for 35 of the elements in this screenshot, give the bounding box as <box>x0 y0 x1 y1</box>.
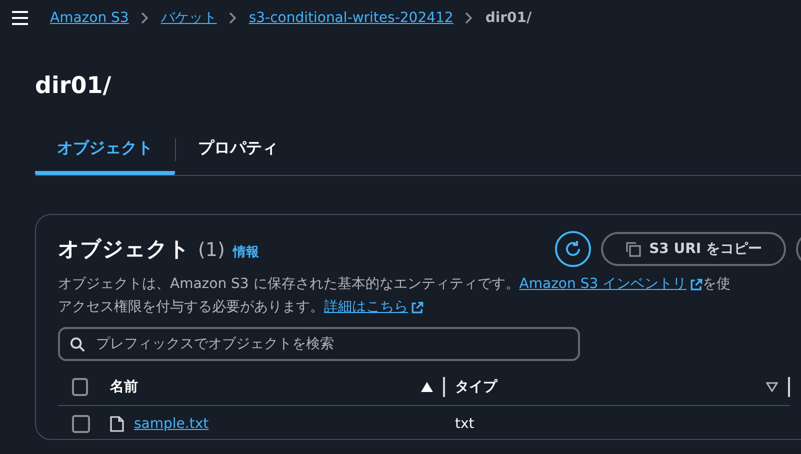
search-field[interactable]: プレフィックスでオブジェクトを検索 <box>58 327 580 361</box>
external-link-icon <box>411 301 424 314</box>
sort-icon[interactable] <box>766 382 778 392</box>
current-folder-label: dir01/ <box>485 10 532 26</box>
refresh-icon <box>564 240 582 258</box>
description-text: オブジェクトは、Amazon S3 に保存された基本的なエンティティです。Amazon S3 インベントリ を使 <box>58 273 801 296</box>
chevron-right-icon <box>228 12 237 24</box>
select-all-checkbox[interactable] <box>72 378 88 396</box>
column-header[interactable]: 名前 <box>100 378 421 396</box>
description-link[interactable]: Amazon S3 インベントリ <box>519 273 703 296</box>
row-checkbox[interactable] <box>72 415 90 433</box>
tab[interactable]: プロパティ <box>176 128 300 175</box>
object-count: (1) <box>198 239 225 261</box>
file-icon <box>110 416 124 432</box>
column-header[interactable]: タイプ <box>445 378 766 396</box>
menu-icon[interactable] <box>12 11 28 25</box>
breadcrumb-link[interactable]: s3-conditional-writes-202412 <box>248 10 454 26</box>
refresh-button[interactable] <box>555 231 592 267</box>
search-icon <box>70 337 85 352</box>
chevron-right-icon <box>140 12 149 24</box>
breadcrumb-link[interactable]: バケット <box>160 9 217 27</box>
file-name-link[interactable]: sample.txt <box>134 416 209 432</box>
tab[interactable]: オブジェクト <box>35 128 175 175</box>
chevron-right-icon <box>465 12 474 24</box>
info-link[interactable]: 情報 <box>232 243 259 261</box>
copy-s3-uri-button[interactable]: S3 URI をコピー <box>601 232 786 266</box>
sort-ascending-icon[interactable] <box>421 382 433 392</box>
page-title: dir01/ <box>35 72 112 101</box>
panel-title: オブジェクト <box>58 236 190 263</box>
copy-icon <box>625 241 642 257</box>
breadcrumb-link[interactable]: Amazon S3 <box>50 10 129 26</box>
external-link-icon <box>690 278 703 291</box>
description-link[interactable]: 詳細はこちら <box>324 296 424 319</box>
table-cell-text: txt <box>454 416 474 432</box>
description-text: アクセス権限を付与する必要があります。詳細はこちら <box>58 296 801 319</box>
